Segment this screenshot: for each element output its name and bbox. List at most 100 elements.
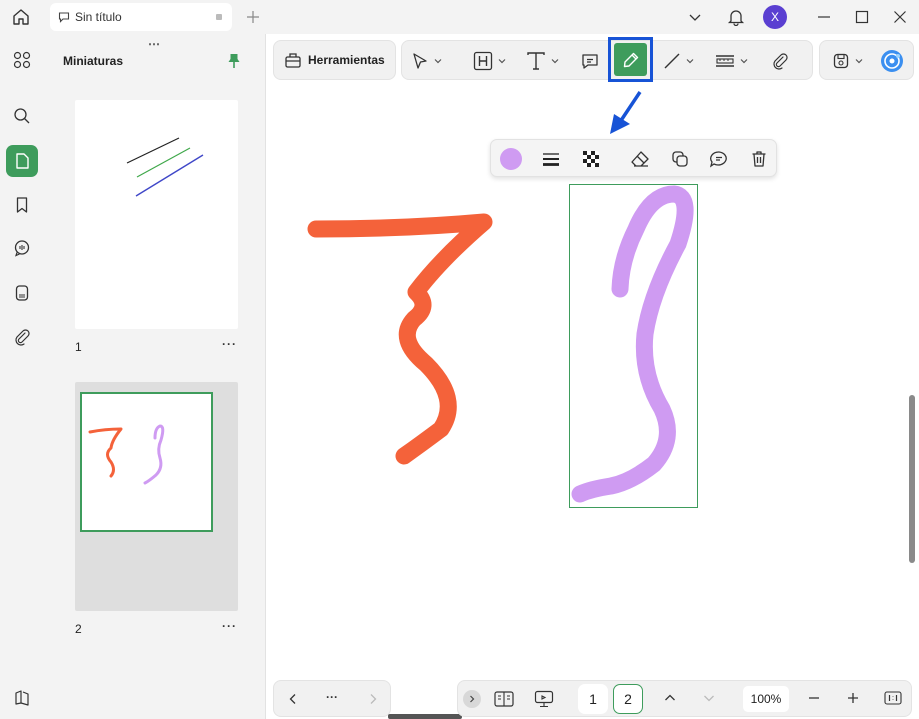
page-down-button[interactable]	[699, 688, 719, 708]
close-button[interactable]	[888, 6, 912, 28]
document-canvas[interactable]	[266, 34, 919, 719]
page-number-1: 1	[75, 340, 82, 354]
presentation-button[interactable]	[532, 689, 556, 709]
stroke-width-button[interactable]	[539, 147, 563, 171]
apps-button[interactable]	[6, 44, 38, 76]
library-button[interactable]	[6, 682, 38, 714]
close-icon	[894, 11, 906, 23]
new-tab-button[interactable]	[242, 6, 264, 28]
resize-grip[interactable]: ⋯	[148, 37, 161, 51]
pen-color-swatch[interactable]	[499, 147, 523, 171]
attach-tool[interactable]	[771, 49, 789, 73]
page-thumbnail-1[interactable]	[75, 100, 238, 329]
unsaved-indicator	[216, 14, 222, 20]
select-tool[interactable]	[411, 49, 443, 73]
minimize-icon	[818, 16, 830, 18]
page-2-more-button[interactable]: ···	[222, 619, 237, 633]
tools-label: Herramientas	[308, 53, 385, 67]
vertical-scrollbar[interactable]	[909, 395, 915, 563]
pen-options-toolbar	[490, 139, 777, 177]
expand-button[interactable]	[463, 690, 481, 708]
actual-size-button[interactable]	[882, 688, 904, 708]
page-thumbnail-2[interactable]	[75, 382, 238, 611]
zoom-in-button[interactable]	[843, 688, 863, 708]
red-ink-stroke	[307, 213, 493, 465]
highlight-tool[interactable]	[473, 49, 507, 73]
opacity-button[interactable]	[579, 147, 603, 171]
delete-button[interactable]	[747, 147, 771, 171]
page-button-2[interactable]: 2	[613, 684, 643, 714]
panel-title: Miniaturas	[63, 54, 124, 68]
comment-button[interactable]	[707, 147, 731, 171]
duplicate-button[interactable]	[668, 147, 692, 171]
minus-icon	[809, 697, 819, 699]
bookmarks-button[interactable]	[6, 189, 38, 221]
nav-more-button[interactable]: ···	[326, 690, 338, 704]
chevron-down-icon	[704, 695, 714, 702]
horizontal-scrollbar[interactable]	[388, 714, 462, 719]
plus-icon	[848, 693, 858, 703]
page-icon	[16, 153, 29, 169]
document-tab[interactable]: Sin título	[50, 3, 232, 31]
chevron-right-icon	[370, 694, 377, 704]
eraser-icon	[631, 151, 649, 167]
dropdown-button[interactable]	[684, 6, 706, 28]
measure-tool[interactable]	[715, 49, 749, 73]
page-layout-button[interactable]	[492, 689, 516, 709]
pages-button[interactable]	[6, 145, 38, 177]
line-tool[interactable]	[663, 49, 695, 73]
stamp-button[interactable]	[6, 277, 38, 309]
line-icon	[664, 53, 680, 69]
pen-icon	[623, 52, 638, 67]
pen-tool[interactable]	[614, 43, 647, 76]
right-toolbar	[819, 40, 914, 80]
page-up-button[interactable]	[660, 688, 680, 708]
heading-icon	[473, 51, 493, 71]
trash-icon	[752, 151, 766, 167]
pin-icon	[228, 54, 240, 68]
notifications-button[interactable]	[724, 5, 748, 29]
page-nav-left: ···	[273, 680, 391, 717]
pen-tool-highlight	[608, 37, 653, 82]
zoom-out-button[interactable]	[804, 688, 824, 708]
search-button[interactable]	[6, 100, 38, 132]
chevron-down-icon	[434, 59, 442, 64]
minimize-button[interactable]	[812, 6, 836, 28]
home-icon	[13, 9, 29, 25]
next-button[interactable]	[362, 689, 384, 709]
text-tool[interactable]	[526, 49, 560, 73]
chevron-down-icon	[740, 59, 748, 64]
eraser-button[interactable]	[628, 147, 652, 171]
attachments-button[interactable]	[6, 321, 38, 353]
comments-button[interactable]	[6, 232, 38, 264]
color-swatch	[500, 148, 522, 170]
home-button[interactable]	[8, 5, 34, 29]
canvas-drawing	[307, 184, 698, 508]
chevron-left-icon	[289, 694, 296, 704]
chevron-down-icon	[686, 59, 694, 64]
toolbox-icon	[285, 53, 301, 68]
page-1-more-button[interactable]: ···	[222, 337, 237, 351]
previous-button[interactable]	[282, 689, 304, 709]
comments-icon	[14, 240, 30, 257]
actual-size-icon	[884, 691, 902, 705]
title-bar: Sin título X	[0, 0, 919, 34]
tools-button[interactable]: Herramientas	[273, 40, 396, 80]
line-weight-icon	[543, 153, 559, 166]
apps-icon	[13, 51, 31, 69]
bell-icon	[727, 10, 745, 26]
chat-bubble-icon	[58, 12, 70, 23]
paperclip-icon	[773, 53, 788, 70]
maximize-button[interactable]	[850, 6, 874, 28]
bookmark-icon	[16, 197, 28, 213]
save-menu[interactable]	[832, 49, 864, 73]
avatar[interactable]: X	[763, 5, 787, 29]
presentation-icon	[534, 690, 554, 708]
ai-assistant-button[interactable]	[880, 49, 904, 73]
page-button-1[interactable]: 1	[578, 684, 608, 714]
pin-button[interactable]	[225, 51, 243, 71]
paperclip-icon	[15, 329, 30, 346]
zoom-level[interactable]: 100%	[743, 686, 789, 712]
plus-icon	[247, 11, 259, 23]
comment-tool[interactable]	[580, 49, 600, 73]
